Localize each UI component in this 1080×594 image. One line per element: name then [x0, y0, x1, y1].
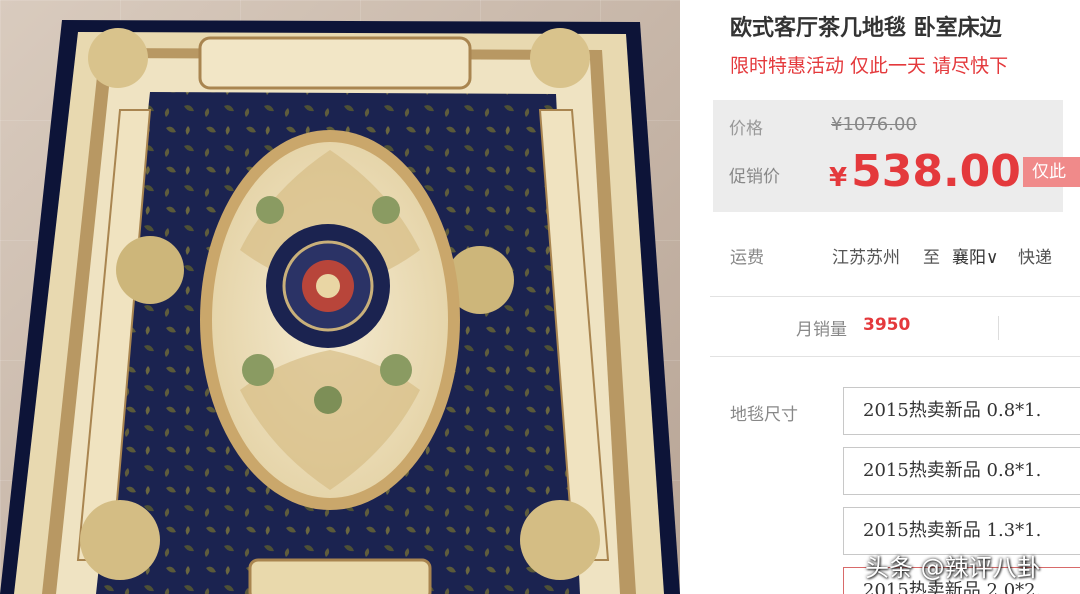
shipping-label: 运费: [730, 248, 764, 268]
product-title: 欧式客厅茶几地毯 卧室床边: [730, 16, 1002, 41]
watermark-text: 头条 @辣评八卦: [865, 554, 1041, 582]
price-label: 价格: [729, 119, 763, 139]
size-label: 地毯尺寸: [730, 405, 798, 425]
currency-symbol: ¥: [829, 163, 848, 193]
promo-subtitle: 限时特惠活动 仅此一天 请尽快下: [730, 55, 1009, 77]
divider: [710, 356, 1080, 357]
limited-tag: 仅此: [1023, 157, 1080, 187]
original-price: ¥1076.00: [831, 114, 917, 135]
divider: [710, 296, 1080, 297]
product-info-panel: 欧式客厅茶几地毯 卧室床边 限时特惠活动 仅此一天 请尽快下 价格 ¥1076.…: [680, 0, 1080, 594]
vertical-divider: [998, 316, 999, 340]
promo-price: ¥538.00: [829, 146, 1021, 197]
shipping-separator: 至: [923, 248, 940, 268]
size-option[interactable]: 2015热卖新品 0.8*1.: [843, 387, 1080, 435]
price-box: 价格 ¥1076.00 促销价 ¥538.00 仅此: [713, 100, 1080, 212]
shipping-destination-select[interactable]: 襄阳∨: [952, 243, 998, 268]
shipping-mode: 快递: [1018, 248, 1052, 268]
shipping-from: 江苏苏州: [832, 248, 900, 268]
promo-price-value: 538.00: [851, 146, 1021, 197]
size-option[interactable]: 2015热卖新品 0.8*1.: [843, 447, 1080, 495]
monthly-sales-label: 月销量: [796, 320, 847, 340]
product-photo[interactable]: [0, 0, 680, 594]
promo-price-label: 促销价: [729, 167, 780, 187]
carpet-image: [0, 20, 680, 594]
monthly-sales-value: 3950: [863, 315, 911, 335]
